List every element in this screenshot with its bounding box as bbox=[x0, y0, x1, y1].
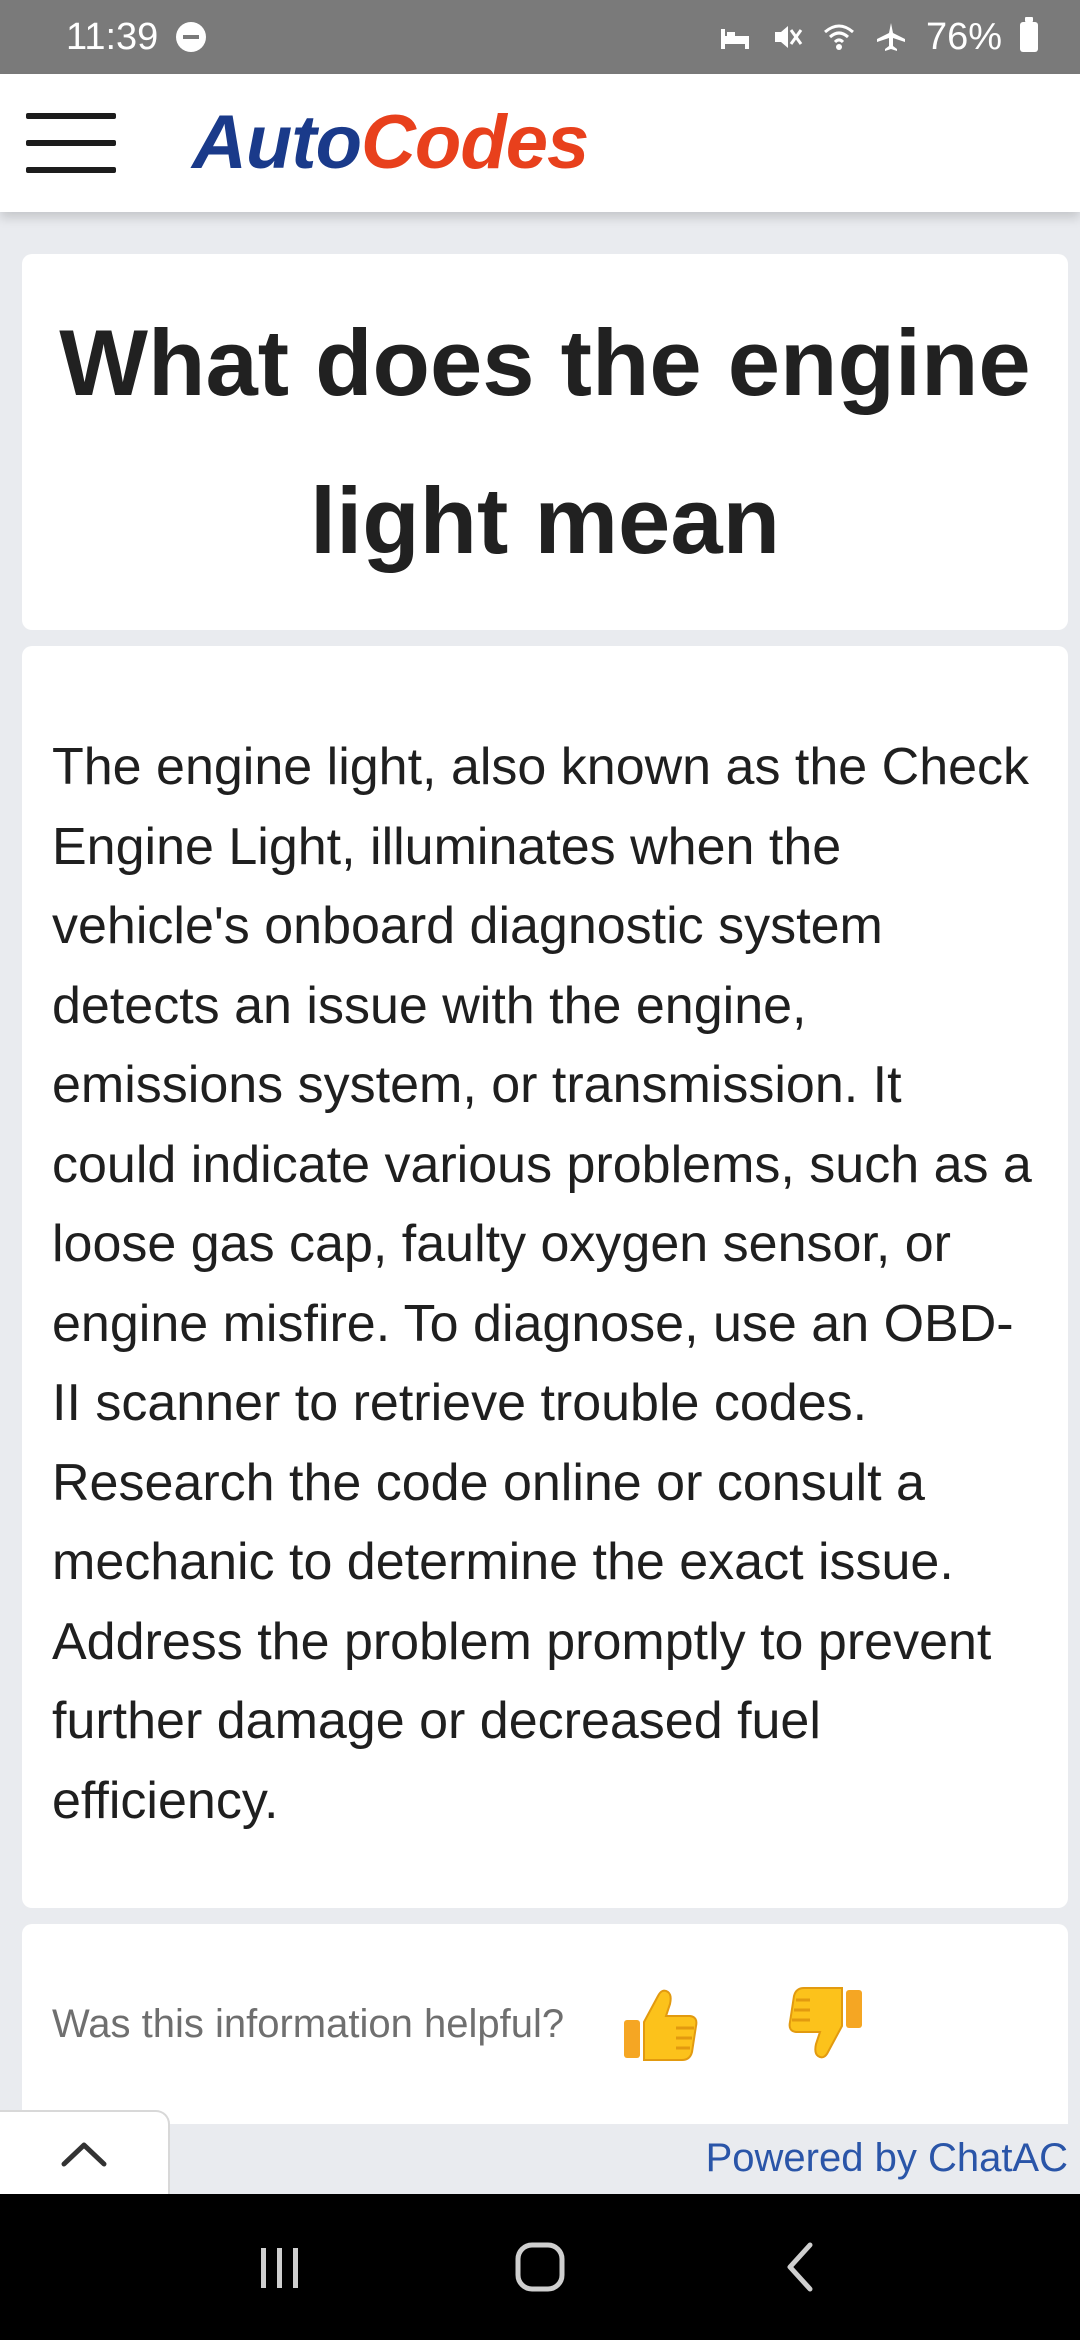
airplane-icon bbox=[876, 23, 905, 51]
app-header: AutoCodes bbox=[0, 74, 1080, 212]
status-left: 11:39 bbox=[66, 15, 207, 59]
thumbs-down-button[interactable] bbox=[778, 1976, 874, 2072]
title-card: What does the engine light mean bbox=[22, 254, 1068, 630]
status-bar: 11:39 76% bbox=[0, 0, 1080, 74]
back-button[interactable] bbox=[760, 2227, 840, 2307]
system-nav-bar bbox=[0, 2194, 1080, 2340]
status-time: 11:39 bbox=[66, 15, 159, 58]
wifi-icon bbox=[823, 24, 854, 50]
thumbs-down-icon bbox=[788, 1987, 863, 2059]
thumbs-up-button[interactable] bbox=[612, 1976, 708, 2072]
thumbs-up-icon bbox=[624, 1989, 698, 2061]
mute-icon bbox=[774, 26, 803, 48]
logo-auto: Auto bbox=[192, 100, 362, 185]
do-not-disturb-icon bbox=[176, 22, 207, 52]
battery-percent: 76% bbox=[925, 15, 1002, 58]
recent-apps-button[interactable] bbox=[240, 2227, 320, 2307]
home-button[interactable] bbox=[500, 2227, 580, 2307]
sleep-icon bbox=[720, 29, 749, 49]
status-right: 76% bbox=[718, 16, 1038, 59]
recent-apps-icon bbox=[261, 2248, 298, 2288]
answer-text: The engine light, also known as the Chec… bbox=[52, 738, 1032, 1830]
feedback-prompt: Was this information helpful? bbox=[52, 2001, 565, 2046]
autocodes-logo[interactable]: AutoCodes bbox=[192, 105, 589, 181]
answer-card: The engine light, also known as the Chec… bbox=[22, 646, 1068, 1908]
powered-by-link[interactable]: Powered by ChatAC bbox=[706, 2136, 1068, 2181]
page-title: What does the engine light mean bbox=[59, 310, 1031, 573]
back-icon bbox=[787, 2242, 813, 2292]
hamburger-menu-icon[interactable] bbox=[26, 113, 116, 173]
scroll-to-top-button[interactable] bbox=[0, 2110, 170, 2196]
home-icon bbox=[515, 2242, 565, 2292]
battery-icon bbox=[1020, 17, 1038, 52]
feedback-card: Was this information helpful? bbox=[22, 1924, 1068, 2124]
chevron-up-icon bbox=[61, 2142, 107, 2167]
logo-codes: Codes bbox=[361, 100, 589, 185]
